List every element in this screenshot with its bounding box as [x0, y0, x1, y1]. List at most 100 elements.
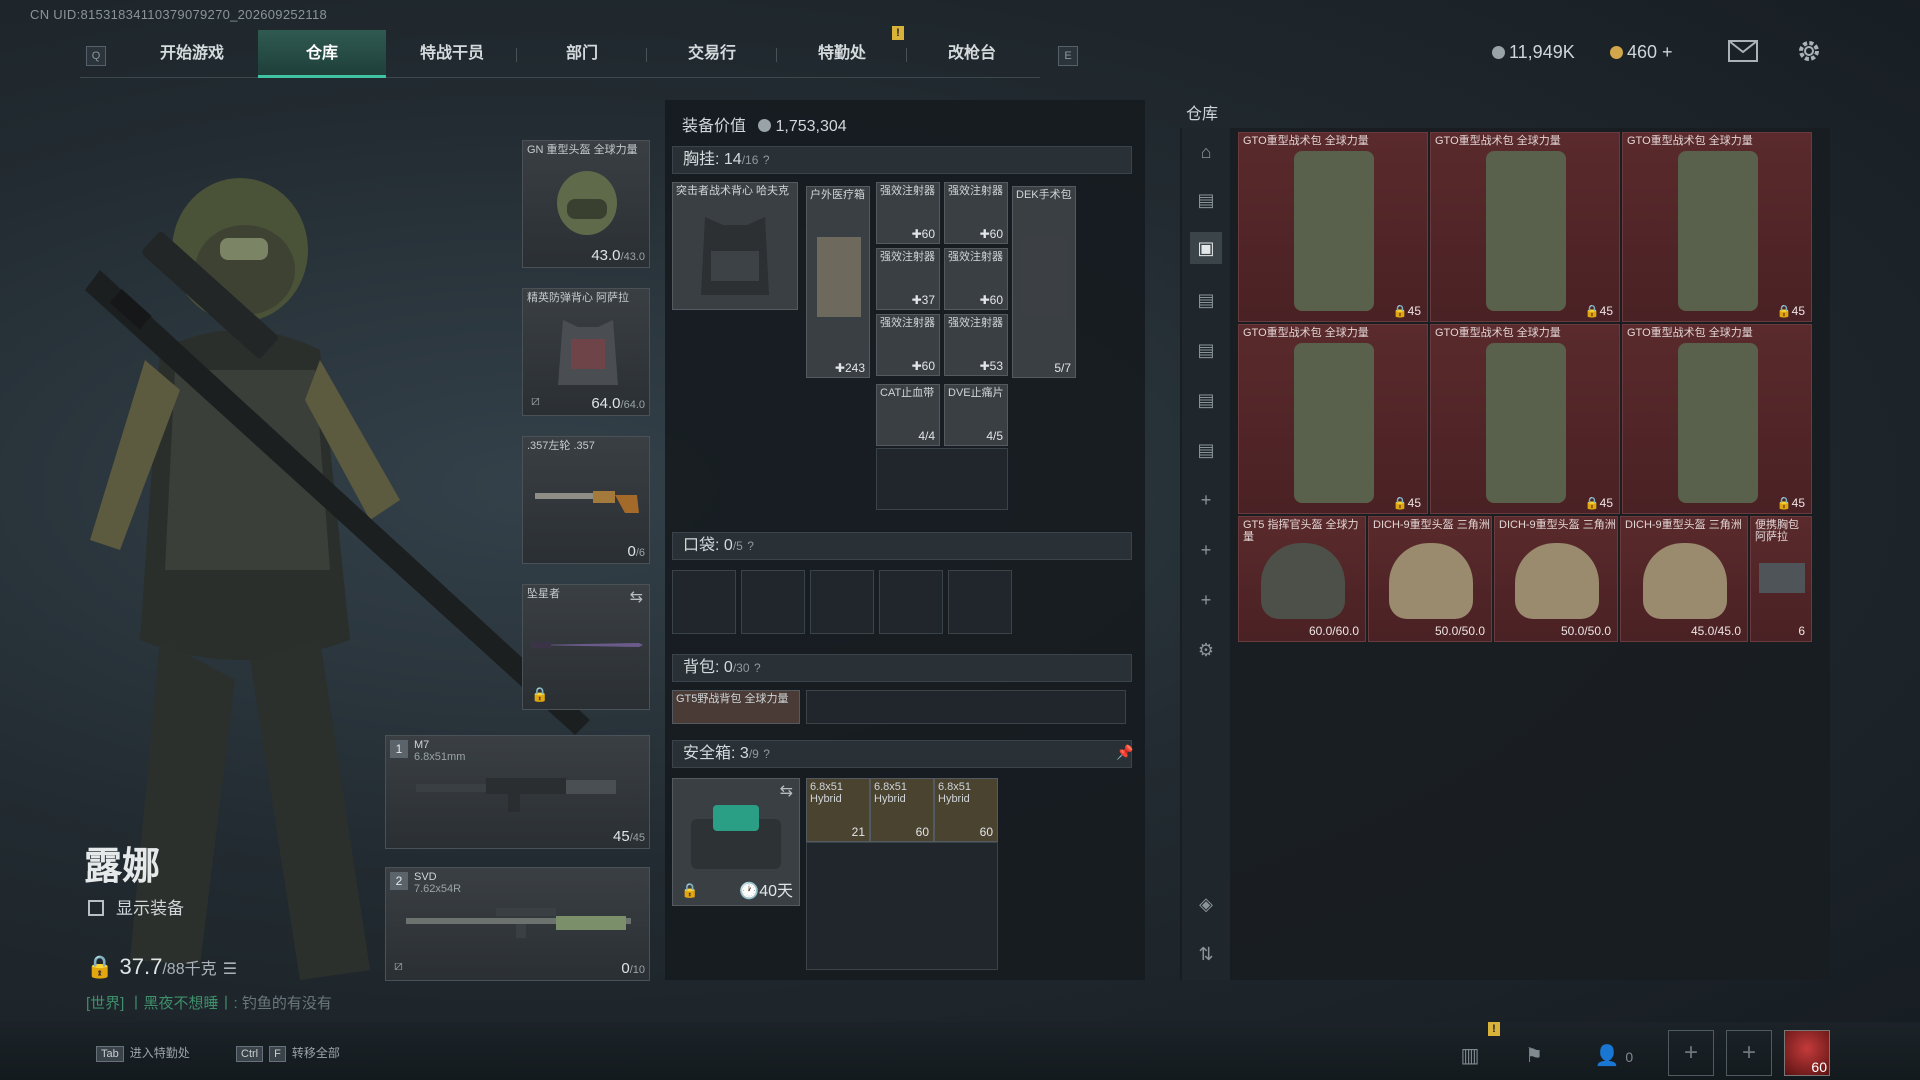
rig-cell-tourniquet[interactable]: CAT止血带 4/4: [876, 384, 940, 446]
help-icon[interactable]: ?: [763, 153, 770, 167]
mail-icon[interactable]: [1728, 40, 1758, 62]
warehouse-tab-icon[interactable]: ▤: [1190, 284, 1222, 316]
rig-cell-injector[interactable]: 强效注射器 ✚60: [876, 314, 940, 376]
rig-cell-painkiller[interactable]: DVE止痛片 4/5: [944, 384, 1008, 446]
pin-icon[interactable]: 📌: [1116, 744, 1133, 761]
primary-weapon-slot-2[interactable]: 2 SVD 7.62x54R ⧄ 0/10: [385, 867, 650, 981]
rig-cell-surgery-kit[interactable]: DEK手术包 5/7: [1012, 186, 1076, 378]
warehouse-item-helmet[interactable]: DICH-9重型头盔 三角洲 45.0/45.0: [1620, 516, 1748, 642]
pocket-slot[interactable]: [672, 570, 736, 634]
armor-slot[interactable]: 精英防弹背心 阿萨拉 ⧄ 64.0/64.0: [522, 288, 650, 416]
item-count-value: 45: [1599, 496, 1613, 510]
tab-warehouse[interactable]: 仓库: [258, 30, 386, 78]
gear-icon[interactable]: ⚙: [1190, 634, 1222, 666]
checkbox[interactable]: [88, 900, 104, 916]
friends-button[interactable]: 👤 0: [1584, 1036, 1644, 1076]
tab-start-game[interactable]: 开始游戏: [128, 30, 256, 78]
backpack-empty-cells[interactable]: [806, 690, 1126, 724]
melee-slot[interactable]: 坠星者 ⇆ 🔒: [522, 584, 650, 710]
silver-amount: 11,949K: [1509, 42, 1575, 62]
next-tab-key[interactable]: E: [1058, 46, 1078, 66]
pocket-slot[interactable]: [948, 570, 1012, 634]
warehouse-item-helmet[interactable]: GT5 指挥官头盔 全球力量 60.0/60.0: [1238, 516, 1366, 642]
pistol-slot[interactable]: .357左轮 .357 0/6: [522, 436, 650, 564]
section-count: 14: [723, 151, 742, 168]
add-teammate-button[interactable]: +: [1726, 1030, 1772, 1076]
safebox-cell-ammo[interactable]: 6.8x51 Hybrid 60: [870, 778, 934, 842]
tab-operators[interactable]: 特战干员: [388, 30, 516, 78]
section-count: 0: [723, 537, 733, 554]
warehouse-item-helmet[interactable]: DICH-9重型头盔 三角洲 50.0/50.0: [1368, 516, 1492, 642]
pocket-slot[interactable]: [879, 570, 943, 634]
list-icon[interactable]: ☰: [223, 961, 237, 978]
show-equipment-toggle[interactable]: 显示装备: [88, 894, 184, 919]
world-chat[interactable]: [世界] 丨黑夜不想睡丨: 钓鱼的有没有: [86, 992, 332, 1013]
warehouse-item-backpack[interactable]: GTO重型战术包 全球力量 🔒45: [1238, 324, 1428, 514]
swap-icon[interactable]: ⇆: [630, 587, 643, 607]
enter-special-ops-hint[interactable]: Tab 进入特勤处: [96, 1044, 190, 1062]
safebox-item[interactable]: ⇆ 🔒 🕐40天: [672, 778, 800, 906]
help-icon[interactable]: ?: [763, 747, 770, 761]
flag-icon[interactable]: ⚑: [1512, 1036, 1556, 1076]
rig-cell-injector[interactable]: 强效注射器 ✚53: [944, 314, 1008, 376]
rig-cell-injector[interactable]: 强效注射器 ✚37: [876, 248, 940, 310]
safebox-empty-cells[interactable]: [806, 842, 998, 970]
warehouse-item-backpack[interactable]: GTO重型战术包 全球力量 🔒45: [1430, 324, 1620, 514]
help-icon[interactable]: ?: [754, 661, 761, 675]
ammo-max: /6: [635, 547, 645, 559]
layers-icon[interactable]: ◈: [1190, 888, 1222, 920]
rig-cell-injector[interactable]: 强效注射器 ✚60: [876, 182, 940, 244]
warehouse-item-helmet[interactable]: DICH-9重型头盔 三角洲 50.0/50.0: [1494, 516, 1618, 642]
warehouse-item-backpack[interactable]: GTO重型战术包 全球力量 🔒45: [1430, 132, 1620, 322]
helmet-slot[interactable]: GN 重型头盔 全球力量 43.0/43.0: [522, 140, 650, 268]
tab-department[interactable]: 部门: [518, 30, 646, 78]
stats-icon[interactable]: ▥: [1448, 1036, 1492, 1076]
warehouse-item-backpack[interactable]: GTO重型战术包 全球力量 🔒45: [1622, 324, 1812, 514]
warning-icon: !: [892, 26, 904, 40]
rig-cell-injector[interactable]: 强效注射器 ✚60: [944, 182, 1008, 244]
swap-icon[interactable]: ⇆: [780, 781, 793, 801]
help-icon[interactable]: ?: [747, 539, 754, 553]
gear-icon[interactable]: [1796, 38, 1822, 64]
prev-tab-key[interactable]: Q: [86, 46, 106, 66]
silver-coin-icon: [758, 119, 772, 132]
sort-icon[interactable]: ⇅: [1190, 938, 1222, 970]
pocket-slot[interactable]: [741, 570, 805, 634]
tab-gunsmith[interactable]: 改枪台: [908, 30, 1036, 78]
chest-rig-item[interactable]: 突击者战术背心 哈夫克: [672, 182, 798, 310]
add-page-icon[interactable]: +: [1190, 584, 1222, 616]
warehouse-tab-icon[interactable]: ▤: [1190, 184, 1222, 216]
avatar[interactable]: 60: [1784, 1030, 1830, 1076]
add-teammate-button[interactable]: +: [1668, 1030, 1714, 1076]
slot-label: 精英防弹背心 阿萨拉: [527, 292, 630, 304]
safebox-cell-ammo[interactable]: 6.8x51 Hybrid 60: [934, 778, 998, 842]
rig-empty-cells[interactable]: [876, 448, 1008, 510]
add-page-icon[interactable]: +: [1190, 534, 1222, 566]
backpack-item[interactable]: GT5野战背包 全球力量: [672, 690, 800, 724]
safebox-cell-ammo[interactable]: 6.8x51 Hybrid 21: [806, 778, 870, 842]
item-label: 强效注射器: [948, 317, 1003, 329]
transfer-all-hint[interactable]: Ctrl F 转移全部: [236, 1044, 340, 1062]
item-count-value: 60: [989, 293, 1003, 307]
rig-cell-injector[interactable]: 强效注射器 ✚60: [944, 248, 1008, 310]
primary-weapon-slot-1[interactable]: 1 M7 6.8x51mm 45/45: [385, 735, 650, 849]
item-count-value: 45: [1407, 304, 1421, 318]
helmet-icon: [1515, 543, 1599, 619]
warehouse-tab-icon[interactable]: ▣: [1190, 232, 1222, 264]
section-max: /9: [748, 747, 759, 761]
warehouse-item-backpack[interactable]: GTO重型战术包 全球力量 🔒45: [1238, 132, 1428, 322]
warehouse-tab-icon[interactable]: ▤: [1190, 334, 1222, 366]
tab-trade[interactable]: 交易行: [648, 30, 776, 78]
pocket-header: 口袋: 0/5 ?: [672, 532, 1132, 560]
backpack-icon: [1294, 343, 1374, 503]
add-page-icon[interactable]: +: [1190, 484, 1222, 516]
pocket-slot[interactable]: [810, 570, 874, 634]
warehouse-tab-icon[interactable]: ▤: [1190, 434, 1222, 466]
rig-cell-medkit[interactable]: 户外医疗箱 ✚243: [806, 186, 870, 378]
warehouse-item-chest-bag[interactable]: 便携胸包 阿萨拉 6: [1750, 516, 1812, 642]
gold-currency[interactable]: 460 +: [1610, 42, 1673, 63]
tab-special-ops[interactable]: 特勤处: [778, 30, 906, 78]
warehouse-tab-icon[interactable]: ⌂: [1190, 136, 1222, 168]
warehouse-item-backpack[interactable]: GTO重型战术包 全球力量 🔒45: [1622, 132, 1812, 322]
warehouse-tab-icon[interactable]: ▤: [1190, 384, 1222, 416]
